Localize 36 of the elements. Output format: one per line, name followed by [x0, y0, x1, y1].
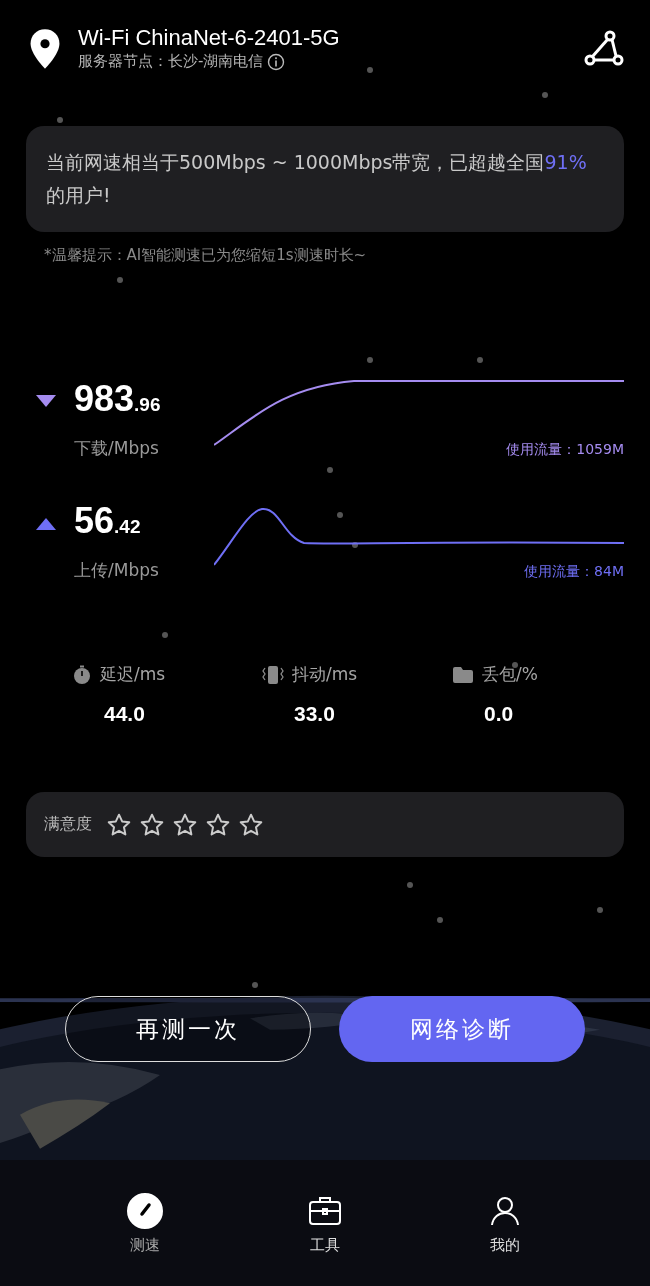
speed-unit: 上传/Mbps — [74, 559, 160, 582]
vibration-icon — [262, 664, 284, 685]
nav-tab[interactable]: 我的 — [455, 1160, 555, 1286]
metric-label: 延迟/ms — [100, 663, 166, 686]
gauge-icon — [126, 1192, 164, 1230]
retest-button[interactable]: 再测一次 — [65, 996, 311, 1062]
speed-value: 56.42 — [74, 499, 141, 543]
down-triangle-icon — [36, 395, 56, 409]
share-icon[interactable] — [584, 30, 624, 66]
diagnose-button[interactable]: 网络诊断 — [339, 996, 585, 1062]
summary-text: 当前网速相当于500Mbps ~ 1000Mbps带宽，已超越全国91%的用户! — [46, 150, 588, 208]
data-usage: 使用流量：84M — [524, 563, 624, 581]
server-node-label: 服务器节点：长沙-湖南电信 — [78, 52, 264, 71]
metric-value: 0.0 — [484, 702, 514, 726]
speed-value: 983.96 — [74, 377, 161, 421]
star-icon[interactable] — [172, 811, 198, 838]
up-triangle-icon — [36, 517, 56, 531]
star-icon[interactable] — [238, 811, 264, 838]
location-pin-icon — [28, 28, 62, 70]
info-icon[interactable] — [267, 52, 286, 71]
data-usage: 使用流量：1059M — [506, 441, 624, 459]
star-icon[interactable] — [205, 811, 231, 838]
metric-value: 33.0 — [294, 702, 335, 726]
star-icon[interactable] — [106, 811, 132, 838]
stopwatch-icon — [72, 664, 92, 685]
tip-text: *温馨提示：AI智能测速已为您缩短1s测速时长~ — [44, 246, 368, 265]
satisfaction-label: 满意度 — [44, 814, 92, 835]
metric-label: 丢包/% — [482, 663, 538, 686]
nav-tab[interactable]: 工具 — [275, 1160, 375, 1286]
metric-value: 44.0 — [104, 702, 145, 726]
metric-label: 抖动/ms — [292, 663, 358, 686]
network-name: Wi-Fi ChinaNet-6-2401-5G — [78, 24, 341, 52]
folder-icon — [452, 665, 474, 684]
nav-tab[interactable]: 测速 — [95, 1160, 195, 1286]
speed-unit: 下载/Mbps — [74, 437, 160, 460]
star-icon[interactable] — [139, 811, 165, 838]
